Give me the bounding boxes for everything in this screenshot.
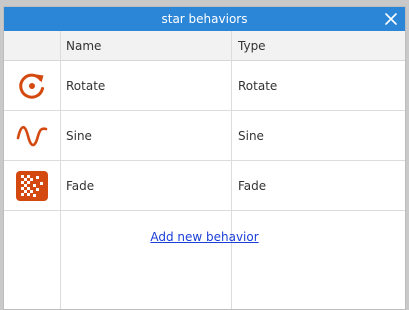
rotate-icon xyxy=(14,70,50,102)
behaviors-dialog: star behaviors Name Type Rotate Rotate S… xyxy=(3,6,406,310)
dialog-title: star behaviors xyxy=(161,12,248,26)
dialog-titlebar: star behaviors xyxy=(4,7,405,31)
row-name: Fade xyxy=(66,179,95,193)
row-type: Fade xyxy=(238,179,267,193)
add-new-behavior-link[interactable]: Add new behavior xyxy=(150,230,258,244)
table-row[interactable]: Fade Fade xyxy=(4,161,405,211)
row-type: Sine xyxy=(238,129,264,143)
table-row[interactable]: Rotate Rotate xyxy=(4,61,405,111)
fade-icon xyxy=(14,170,50,202)
sine-wave-icon xyxy=(14,120,50,152)
behaviors-table: Name Type Rotate Rotate Sine Sine Fade F… xyxy=(4,31,405,309)
table-header: Name Type xyxy=(4,31,405,61)
column-divider xyxy=(60,31,61,309)
close-icon[interactable] xyxy=(383,11,399,27)
row-name: Rotate xyxy=(66,79,106,93)
table-row[interactable]: Sine Sine xyxy=(4,111,405,161)
header-name: Name xyxy=(66,39,102,53)
row-name: Sine xyxy=(66,129,92,143)
add-behavior-row: Add new behavior xyxy=(4,229,405,245)
header-type: Type xyxy=(238,39,266,53)
column-divider xyxy=(231,31,232,309)
row-type: Rotate xyxy=(238,79,278,93)
